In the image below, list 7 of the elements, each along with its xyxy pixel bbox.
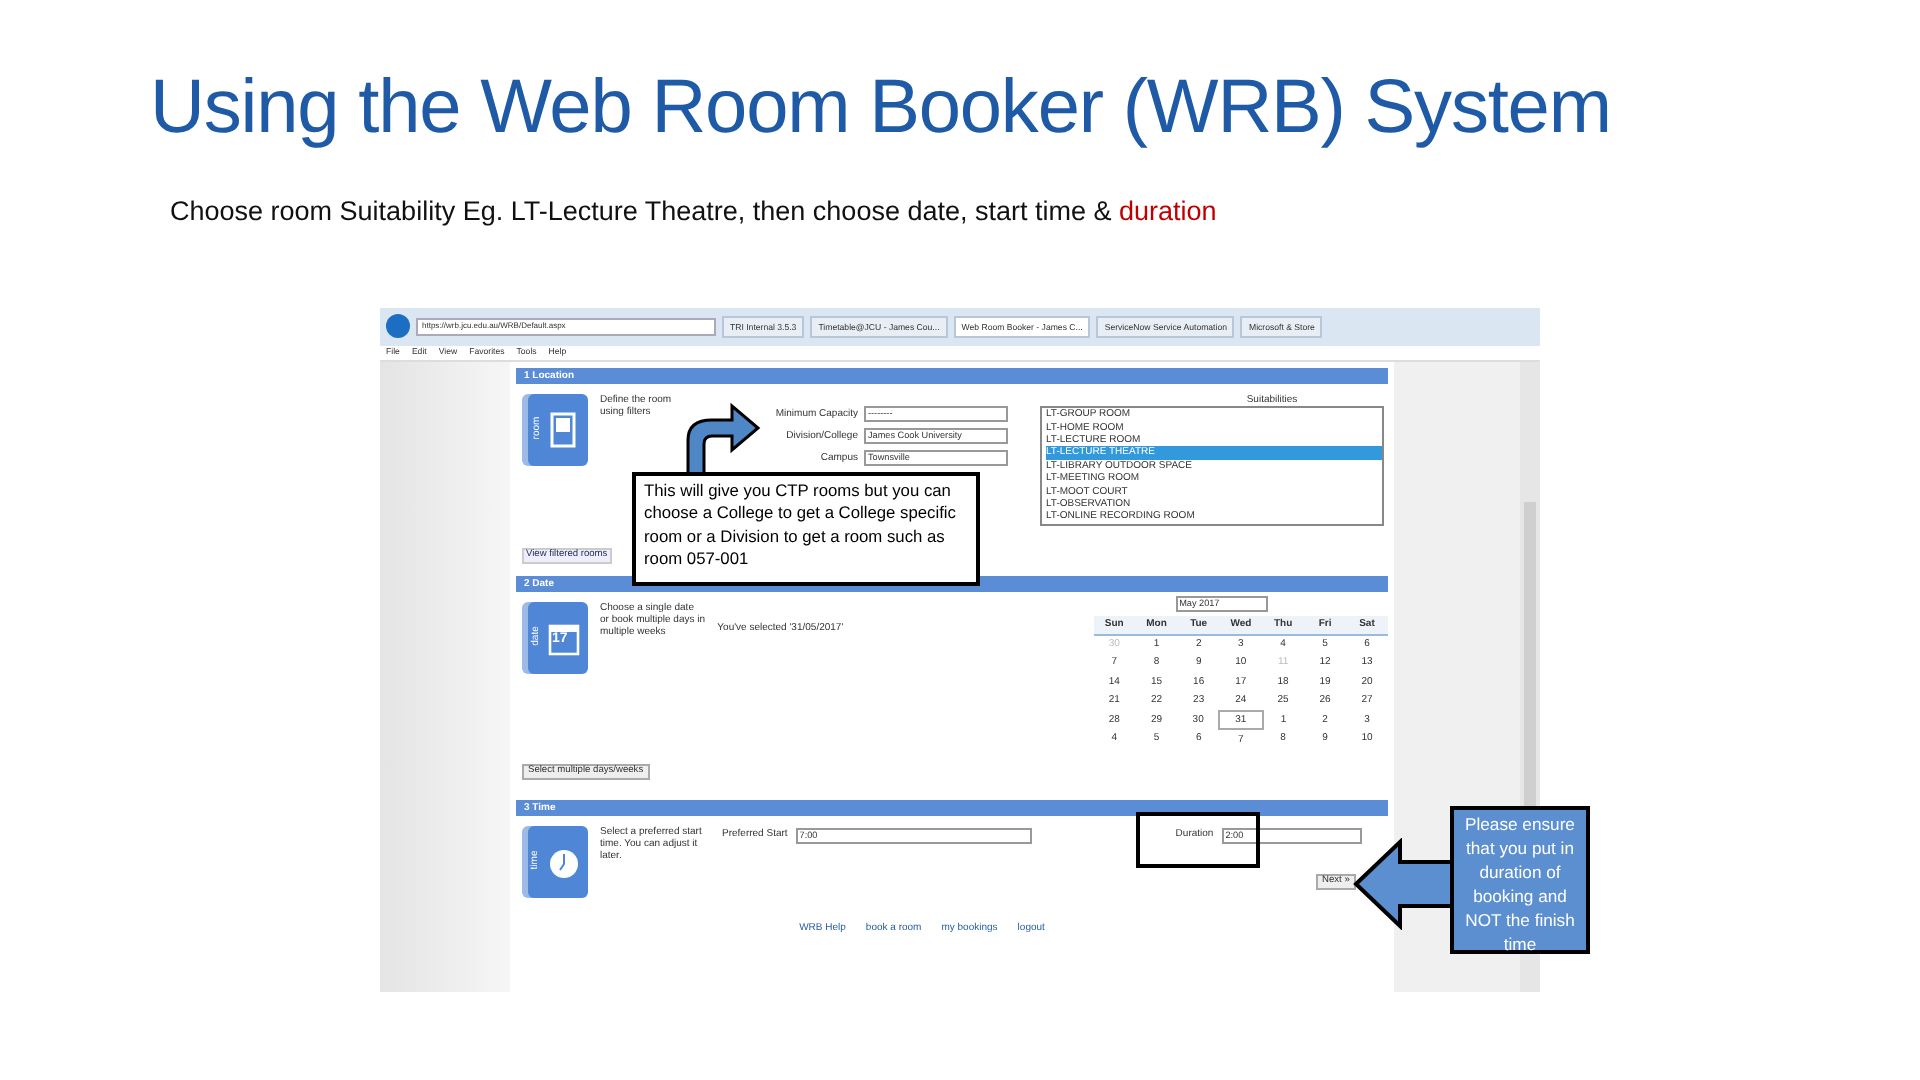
- callout-note: This will give you CTP rooms but you can choose a College to get a College specific room or a Division to get a room such as room 057-001: [632, 471, 980, 586]
- back-button[interactable]: [386, 314, 410, 339]
- highlight-frame: [1136, 811, 1260, 868]
- callout-arrow: [1353, 838, 1456, 930]
- slide-title: Using the Web Room Booker (WRB) System: [150, 64, 1613, 154]
- callout-tooltip: Please ensure that you put in duration of booking and NOT the finish time: [1450, 806, 1590, 954]
- slide-subtitle: Choose room Suitability Eg. LT-Lecture Theatre, then choose date, start time & duration: [170, 193, 1219, 230]
